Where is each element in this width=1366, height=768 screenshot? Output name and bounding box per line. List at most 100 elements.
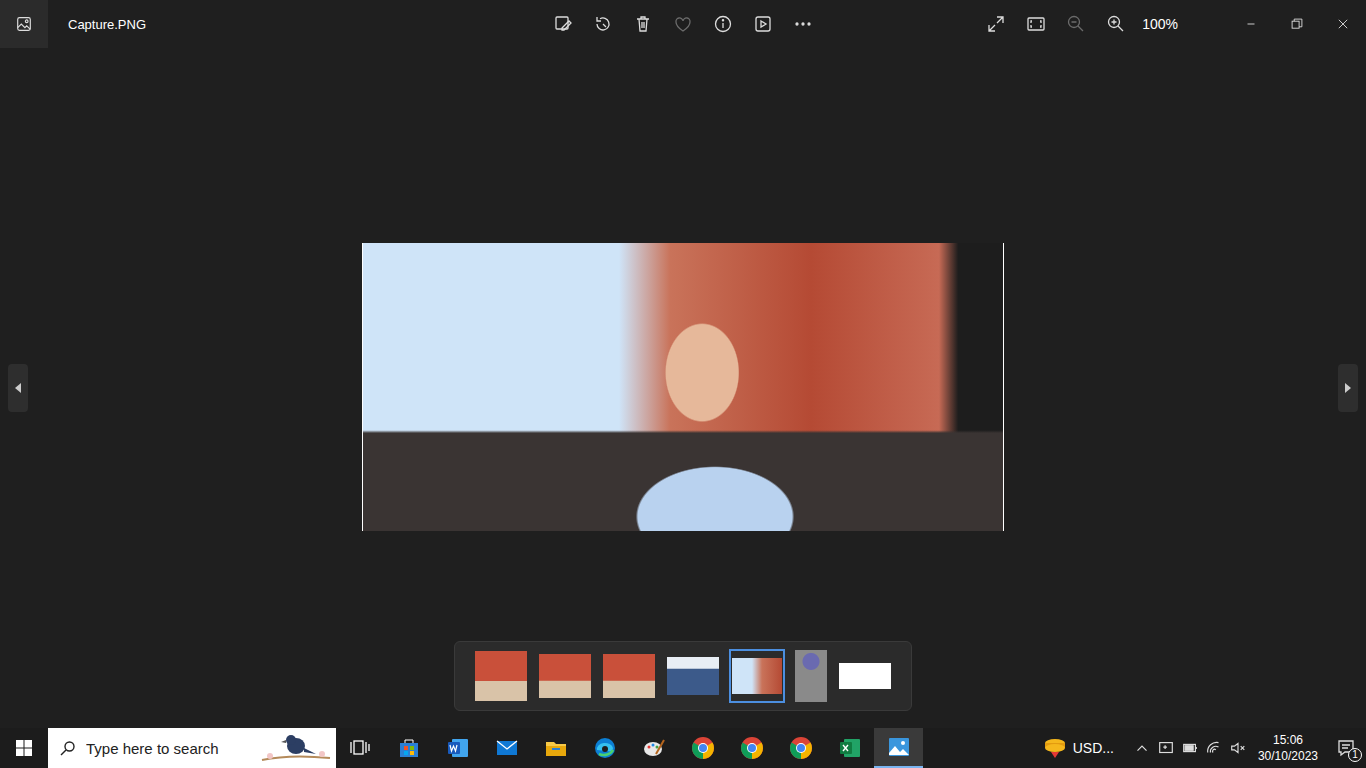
slideshow-icon (753, 14, 773, 34)
notification-count: 1 (1348, 748, 1362, 762)
previous-arrow-icon (13, 382, 23, 394)
taskbar-app[interactable] (531, 728, 580, 768)
toolbar (547, 8, 819, 40)
show-hidden-icons-button[interactable] (1130, 728, 1154, 768)
battery-button[interactable] (1178, 728, 1202, 768)
paint-icon (642, 736, 666, 760)
taskbar-app[interactable] (482, 728, 531, 768)
photos-app-icon (0, 0, 48, 48)
thumbnail[interactable] (601, 649, 657, 703)
thumbnail[interactable] (793, 649, 829, 703)
full-screen-button[interactable] (980, 8, 1012, 40)
taskbar-app[interactable] (433, 728, 482, 768)
previous-button[interactable] (8, 364, 28, 412)
chevron-up-icon (1133, 739, 1151, 757)
fit-button[interactable] (1020, 8, 1052, 40)
thumbnail[interactable] (665, 649, 721, 703)
thumbnail-image (732, 658, 782, 694)
speaker-muted-icon (1229, 739, 1247, 757)
store-icon (397, 736, 421, 760)
zoom-out-icon (1066, 14, 1086, 34)
volume-button[interactable] (1226, 728, 1250, 768)
thumbnail-image (839, 663, 891, 689)
thumbnail[interactable] (837, 649, 893, 703)
battery-icon (1181, 739, 1199, 757)
heart-icon (673, 14, 693, 34)
toolbar-button[interactable] (587, 8, 619, 40)
bird-icon (260, 730, 332, 766)
file-title: Capture.PNG (68, 17, 146, 32)
photo (362, 243, 1004, 531)
title-area: Capture.PNG (0, 0, 547, 48)
thumbnail-image (603, 654, 655, 698)
file-explorer-icon (544, 736, 568, 760)
clock[interactable]: 15:0630/10/2023 (1250, 732, 1326, 764)
delete-icon (633, 14, 653, 34)
toolbar-button[interactable] (627, 8, 659, 40)
network-button[interactable] (1202, 728, 1226, 768)
image-viewer (0, 48, 1366, 728)
close-button[interactable] (1320, 0, 1366, 48)
thumbnail[interactable] (729, 649, 785, 703)
restore-button[interactable] (1274, 0, 1320, 48)
chrome-icon (789, 736, 813, 760)
search-icon (60, 740, 76, 756)
close-icon (1336, 17, 1350, 31)
currency-label: USD... (1073, 740, 1114, 756)
mail-icon (495, 736, 519, 760)
thumbnail-image (539, 654, 591, 698)
zoom-in-icon (1106, 14, 1126, 34)
chrome-icon (691, 736, 715, 760)
rotate-icon (593, 14, 613, 34)
windows-logo-icon (16, 740, 32, 756)
toolbar-button[interactable] (747, 8, 779, 40)
taskbar-app[interactable] (874, 728, 923, 768)
view-controls: 100% (819, 0, 1366, 48)
toolbar-button[interactable] (667, 8, 699, 40)
zoom-out-button[interactable] (1060, 8, 1092, 40)
taskbar-app[interactable] (727, 728, 776, 768)
thumbnail[interactable] (473, 649, 529, 703)
monitor-icon (1157, 739, 1175, 757)
currency-widget[interactable]: USD... (1043, 737, 1114, 759)
word-icon (446, 736, 470, 760)
minimize-icon (1244, 17, 1258, 31)
thumbnail[interactable] (537, 649, 593, 703)
taskbar-app[interactable] (580, 728, 629, 768)
task-view-icon (350, 739, 370, 757)
next-arrow-icon (1343, 382, 1353, 394)
thumbnail-image (795, 650, 827, 702)
system-tray: USD... 15:0630/10/2023 1 (1043, 728, 1366, 768)
thumbnail-image (667, 657, 719, 695)
taskbar-app[interactable] (384, 728, 433, 768)
taskbar-app[interactable] (629, 728, 678, 768)
photos-icon (887, 735, 911, 759)
toolbar-button[interactable] (787, 8, 819, 40)
taskbar-apps (384, 728, 923, 768)
toolbar-button[interactable] (547, 8, 579, 40)
taskbar: USD... 15:0630/10/2023 1 (0, 728, 1366, 768)
title-bar: Capture.PNG 100% (0, 0, 1366, 48)
next-button[interactable] (1338, 364, 1358, 412)
search-box[interactable] (48, 728, 336, 768)
wifi-icon (1205, 739, 1223, 757)
task-view-button[interactable] (336, 728, 384, 768)
taskbar-app[interactable] (776, 728, 825, 768)
restore-icon (1290, 17, 1304, 31)
search-input[interactable] (84, 739, 260, 758)
edge-icon (593, 736, 617, 760)
start-button[interactable] (0, 728, 48, 768)
notification-button[interactable]: 1 (1326, 728, 1366, 768)
toolbar-button[interactable] (707, 8, 739, 40)
zoom-level: 100% (1142, 16, 1178, 32)
fit-icon (1026, 14, 1046, 34)
zoom-in-button[interactable] (1100, 8, 1132, 40)
meet-now-button[interactable] (1154, 728, 1178, 768)
taskbar-app[interactable] (825, 728, 874, 768)
minimize-button[interactable] (1228, 0, 1274, 48)
taskbar-app[interactable] (678, 728, 727, 768)
expand-icon (986, 14, 1006, 34)
edit-icon (553, 14, 573, 34)
date: 30/10/2023 (1258, 748, 1318, 764)
filmstrip (454, 641, 912, 711)
